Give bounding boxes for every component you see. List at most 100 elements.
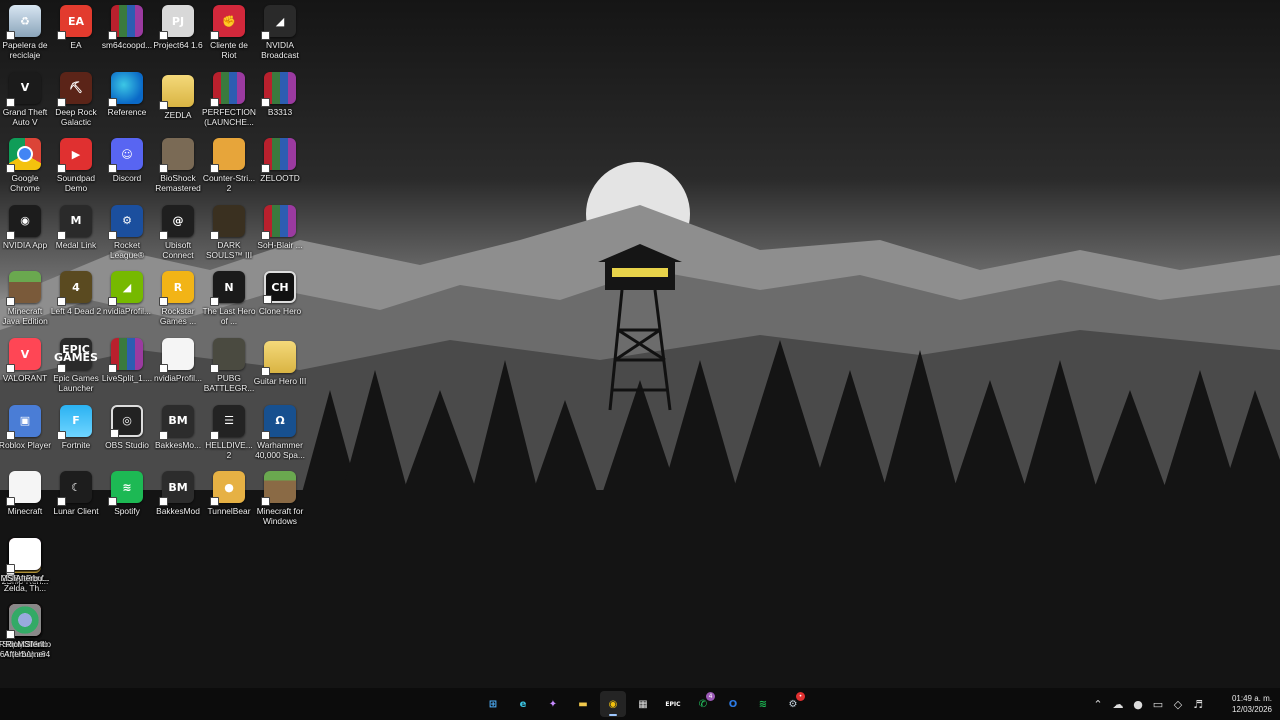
ubisoft-connect-icon: @ xyxy=(159,204,194,240)
start-button[interactable]: ⊞ xyxy=(480,691,506,717)
desktop-icon-warhammer-40-000-spa[interactable]: Ω Warhammer 40,000 Spa... xyxy=(255,404,305,469)
winrar-archive-icon xyxy=(261,138,296,174)
counter-strike-icon xyxy=(210,138,245,174)
taskbar-epic[interactable]: EPIC xyxy=(660,691,686,717)
desktop-icon-ea[interactable]: EA EA xyxy=(51,5,101,69)
desktop-icon-obs-studio[interactable]: ◎ OBS Studio xyxy=(102,404,152,469)
shortcut-arrow-icon xyxy=(110,428,119,438)
discord-icon: ☺ xyxy=(108,138,143,174)
desktop-icon-deep-rock-galactic[interactable]: ⛏ Deep Rock Galactic xyxy=(51,71,101,136)
desktop-icon-rocket-league[interactable]: ⚙ Rocket League® xyxy=(102,204,152,269)
folder-icon: ▬ xyxy=(578,698,588,710)
desktop-icon-label: Minecraft for Windows xyxy=(256,506,304,527)
nvidia-profile-icon: ◢ xyxy=(108,271,143,307)
taskbar-clock[interactable]: 01:49 a. m. 12/03/2026 xyxy=(1214,693,1272,715)
desktop-icon-pubg-battlegr[interactable]: PUBG BATTLEGR... xyxy=(204,338,254,402)
volume-icon[interactable]: ♬ xyxy=(1188,688,1208,720)
desktop-icon-guitar-hero-iii[interactable]: Guitar Hero III xyxy=(254,338,306,402)
desktop-icon-left-4-dead-2[interactable]: 4 Left 4 Dead 2 xyxy=(51,271,101,335)
microphone-icon[interactable]: ● xyxy=(1128,688,1148,720)
desktop-icon-label: Fortnite xyxy=(61,439,91,450)
clock-time: 01:49 a. m. xyxy=(1231,694,1272,703)
desktop-icon-minecraft-for-windows[interactable]: Minecraft for Windows xyxy=(255,471,305,535)
taskbar-outlook[interactable]: O xyxy=(720,691,746,717)
desktop-icon-sm64coopd[interactable]: sm64coopd... xyxy=(102,5,152,69)
winrar-archive-icon xyxy=(108,338,143,373)
shortcut-arrow-icon xyxy=(6,497,15,507)
desktop-icon-nvidia-broadcast[interactable]: ◢ NVIDIA Broadcast xyxy=(255,5,305,69)
chevron-up-icon[interactable]: ⌃ xyxy=(1088,688,1108,720)
desktop-icon-roblox-player[interactable]: ▣ Roblox Player xyxy=(0,404,51,469)
desktop-icon-nvidiaprofil[interactable]: ◢ nvidiaProfil... xyxy=(102,271,152,335)
soundpad-icon: ▶ xyxy=(57,138,92,174)
desktop-icon-perfection-launche[interactable]: PERFECTION (LAUNCHE... xyxy=(202,71,256,136)
desktop-icon-valorant[interactable]: V VALORANT xyxy=(0,338,50,402)
riot-client-icon: ✊ xyxy=(210,5,245,40)
desktop-icon-bakkesmo[interactable]: BM BakkesMo... xyxy=(153,404,203,469)
spotify-icon: ≋ xyxy=(758,698,768,710)
desktop-icon-cliente-de-riot[interactable]: ✊ Cliente de Riot xyxy=(204,5,254,69)
desktop-icon-epic-games-launcher[interactable]: EPIC GAMES Epic Games Launcher xyxy=(51,338,101,402)
desktop-icon-label: The Last Hero of ... xyxy=(202,306,256,327)
taskbar-store[interactable]: ▦ xyxy=(630,691,656,717)
desktop-icon-bioshock-remastered[interactable]: BioShock Remastered xyxy=(153,138,203,202)
gta-v-icon: V xyxy=(6,71,41,107)
desktop-icon-soh-blair[interactable]: SoH-Blair ... xyxy=(255,204,305,269)
taskbar-spotify[interactable]: ≋ xyxy=(750,691,776,717)
taskbar-steam[interactable]: ⚙ • xyxy=(780,691,806,717)
desktop-icon-bakkesmod[interactable]: BM BakkesMod xyxy=(153,471,203,535)
folder-icon xyxy=(261,341,296,376)
desktop-icon-grand-theft-auto-v[interactable]: V Grand Theft Auto V xyxy=(0,71,50,136)
desktop-icon-label: Minecraft xyxy=(7,506,43,517)
taskbar-file-explorer[interactable]: ▬ xyxy=(570,691,596,717)
desktop-icon-nvidia-app[interactable]: ◉ NVIDIA App xyxy=(0,204,50,269)
desktop-icon-b3313[interactable]: B3313 xyxy=(255,71,305,136)
onedrive-icon[interactable]: ☁ xyxy=(1108,688,1128,720)
desktop-icon-medal-link[interactable]: M Medal Link xyxy=(51,204,101,269)
desktop-icon-zelootd[interactable]: ZELOOTD xyxy=(255,138,305,202)
nvidia-broadcast-icon: ◢ xyxy=(261,5,296,40)
desktop-icon-dark-souls-iii[interactable]: DARK SOULS™ III xyxy=(204,204,254,269)
desktop-icon-msi-afterburner[interactable]: MSI Afterburner xyxy=(0,604,50,668)
taskbar-chrome[interactable]: ◉ xyxy=(600,691,626,717)
desktop-icon-spotify[interactable]: ≋ Spotify xyxy=(102,471,152,535)
desktop-icon-reference[interactable]: Reference xyxy=(102,71,152,136)
desktop-icon-discord[interactable]: ☺ Discord xyxy=(102,138,152,202)
desktop-icon-zedla[interactable]: ZEDLA xyxy=(153,72,203,136)
desktop-icon-msiafterbu[interactable]: ✈ MSIAfterbu... xyxy=(0,537,50,602)
shortcut-arrow-icon xyxy=(6,31,15,40)
desktop-icon-papelera-de-reciclaje[interactable]: ♻ Papelera de reciclaje xyxy=(0,5,50,69)
monitor-icon[interactable]: ▭ xyxy=(1148,688,1168,720)
desktop-icon-label: Project64 1.6 xyxy=(153,40,203,50)
taskbar-edge[interactable]: e xyxy=(510,691,536,717)
desktop-icon-soundpad-demo[interactable]: ▶ Soundpad Demo xyxy=(51,138,101,202)
network-icon[interactable]: ◇ xyxy=(1168,688,1188,720)
desktop-icon-counter-stri-2[interactable]: Counter-Stri... 2 xyxy=(203,138,255,202)
desktop-icon-tunnelbear[interactable]: ● TunnelBear xyxy=(204,471,254,535)
shortcut-arrow-icon xyxy=(6,563,15,573)
desktop-icon-label: DARK SOULS™ III xyxy=(205,239,253,260)
tower-windows xyxy=(612,268,668,277)
taskbar-copilot[interactable]: ✦ xyxy=(540,691,566,717)
desktop-icon-google-chrome[interactable]: Google Chrome xyxy=(0,138,50,202)
desktop-icon-rockstar-games[interactable]: R Rockstar Games ... xyxy=(153,271,203,335)
desktop-icon-livesplit-1[interactable]: LiveSplit_1.... xyxy=(102,338,152,402)
desktop-icon-label: nvidiaProfil... xyxy=(154,373,202,383)
desktop-icon-minecraft[interactable]: Minecraft xyxy=(0,471,50,535)
desktop-icon-project64-1-6[interactable]: PJ Project64 1.6 xyxy=(153,5,203,69)
shortcut-arrow-icon xyxy=(6,430,15,440)
desktop-icon-nvidiaprofil[interactable]: nvidiaProfil... xyxy=(153,338,203,402)
desktop-icon-lunar-client[interactable]: ☾ Lunar Client xyxy=(51,471,101,535)
taskbar-whatsapp[interactable]: ✆ 4 xyxy=(690,691,716,717)
desktop-icon-label: sm64coopd... xyxy=(101,40,153,50)
desktop-icon-helldive-2[interactable]: ☰ HELLDIVE... 2 xyxy=(204,404,254,469)
shortcut-arrow-icon xyxy=(6,230,15,240)
shortcut-arrow-icon xyxy=(210,31,219,40)
obs-icon: ◎ xyxy=(110,404,143,438)
desktop-icon-minecraft-java-edition[interactable]: Minecraft Java Edition xyxy=(0,271,50,335)
desktop-icon-ubisoft-connect[interactable]: @ Ubisoft Connect xyxy=(153,204,203,269)
desktop-icon-the-last-hero-of[interactable]: N The Last Hero of ... xyxy=(202,271,256,335)
desktop-icon-clone-hero[interactable]: CH Clone Hero xyxy=(255,271,305,335)
spotify-icon: ≋ xyxy=(108,471,143,507)
desktop-icon-fortnite[interactable]: F Fortnite xyxy=(51,404,101,469)
